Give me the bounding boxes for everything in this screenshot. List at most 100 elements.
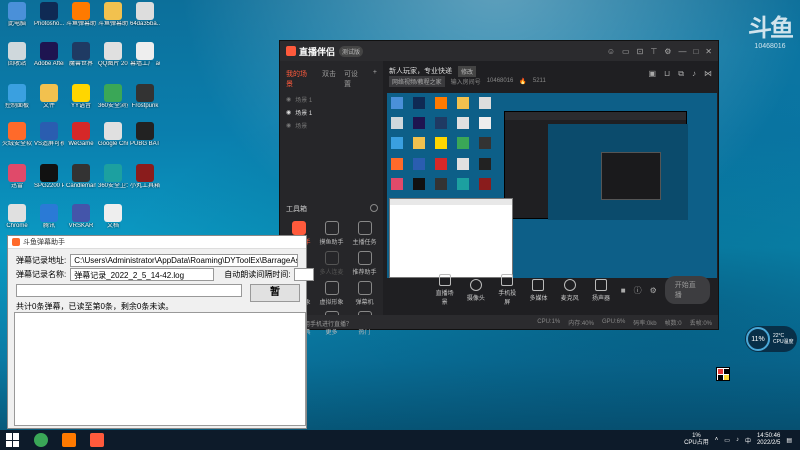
barrage-count-info: 共计0条弹幕，已读至第0条，剩余0条未读。: [16, 302, 174, 311]
desktop-icon[interactable]: 64da35ba...: [130, 2, 160, 28]
stream-category[interactable]: 网络视频/教程之家: [389, 75, 445, 87]
tool-item[interactable]: 推荐助手: [348, 251, 381, 276]
desktop-icon-label: 腾讯: [42, 223, 55, 229]
desktop-icon[interactable]: 迅雷: [2, 164, 32, 190]
desktop-icon[interactable]: 幕墙工厂 autosave_...: [130, 42, 160, 68]
scene-item-active[interactable]: ◉ 场景 1: [280, 106, 383, 119]
tool-item[interactable]: 多人连麦: [315, 251, 348, 276]
desktop-icon[interactable]: YY语音: [66, 84, 96, 110]
tray-clock[interactable]: 14:50:46 2022/2/5: [757, 433, 780, 447]
control-microphone[interactable]: 麦克风: [558, 278, 581, 302]
edit-title-button[interactable]: 修改: [458, 65, 477, 77]
desktop-icon[interactable]: Google Chrome: [98, 122, 128, 148]
desktop-icon[interactable]: 360安全卫士: [98, 164, 128, 190]
desktop-icon[interactable]: PUBG BATTLEGR...: [130, 122, 160, 148]
desktop-icon[interactable]: 回收站: [2, 42, 32, 68]
screen-icon[interactable]: ▣: [648, 69, 656, 79]
tab-my-scenes[interactable]: 我的场景: [286, 69, 314, 89]
tool-item[interactable]: 主播任务: [348, 221, 381, 246]
desktop-icon[interactable]: 控制面板: [2, 84, 32, 110]
name-field[interactable]: 弹幕记录_2022_2_5_14-42.log: [70, 268, 215, 281]
desktop-icon[interactable]: SPG2200 Pro Gami...: [34, 164, 64, 190]
control-phone-cast[interactable]: 手机投屏: [496, 274, 519, 306]
desktop-icon[interactable]: 斗鱼弹幕助手: [66, 2, 96, 28]
desktop-icon[interactable]: 火绒安全软件: [2, 122, 32, 148]
desktop-icon[interactable]: Photosho...: [34, 2, 64, 28]
control-speaker[interactable]: 扬声器: [589, 278, 612, 302]
barrage-log-area[interactable]: [14, 312, 306, 426]
smile-icon[interactable]: ☺: [607, 47, 615, 56]
start-live-button[interactable]: 开始直播: [664, 276, 710, 304]
tray-ime-icon[interactable]: 中: [745, 436, 751, 445]
desktop-icon[interactable]: VS造屏可视通信: [34, 122, 64, 148]
desktop-icon[interactable]: VRSKAR: [66, 204, 96, 230]
tab-double[interactable]: 双击: [322, 69, 336, 89]
pause-button[interactable]: 暂: [250, 284, 300, 302]
close-icon[interactable]: ✕: [705, 47, 712, 56]
eye-icon[interactable]: ◉: [286, 109, 291, 116]
desktop-icon[interactable]: 魔兽世界: [66, 42, 96, 68]
minimize-icon[interactable]: —: [678, 47, 686, 56]
tray-volume-icon[interactable]: ♪: [736, 437, 739, 443]
maximize-icon[interactable]: □: [693, 47, 698, 56]
tool-item[interactable]: 摸鱼助手: [315, 221, 348, 246]
scene-item[interactable]: ◉ 场景: [280, 119, 383, 132]
stream-preview[interactable]: [387, 93, 717, 278]
scene-item[interactable]: ◉ 场景 1: [280, 93, 383, 106]
control-live-scene[interactable]: 直播场景: [433, 274, 456, 306]
tool-item[interactable]: 虚拟形象: [315, 281, 348, 306]
share-icon[interactable]: ⋈: [704, 69, 712, 79]
desktop-icon[interactable]: 文档: [98, 204, 128, 230]
eye-icon[interactable]: ◉: [286, 122, 291, 129]
taskbar-app-barrage-icon[interactable]: [90, 433, 104, 447]
bell-icon[interactable]: ♪: [692, 69, 696, 79]
desktop-icon[interactable]: 文件: [34, 84, 64, 110]
control-camera[interactable]: 摄像头: [464, 278, 487, 302]
add-scene-icon[interactable]: +: [373, 69, 377, 89]
desktop-icon[interactable]: 360安全浏览器: [98, 84, 128, 110]
camera-icon: [469, 278, 482, 291]
taskbar-app-companion-icon[interactable]: [62, 433, 76, 447]
tray-cpu[interactable]: 1% CPU占用: [684, 433, 709, 447]
copy-icon[interactable]: ⧉: [678, 69, 684, 79]
desktop-icon[interactable]: Chrome: [2, 204, 32, 230]
name-row: 弹幕记录名称: 弹幕记录_2022_2_5_14-42.log 自动朗读间隔时间…: [16, 268, 315, 281]
windows-flag-icon[interactable]: [716, 367, 730, 381]
control-media[interactable]: 多媒体: [527, 278, 550, 302]
lock-icon[interactable]: ⊔: [664, 69, 670, 79]
desktop-icon[interactable]: Candleman 烛光历险...: [66, 164, 96, 190]
search-field[interactable]: [16, 284, 242, 297]
desktop-icon[interactable]: 此电脑: [2, 2, 32, 28]
eye-icon[interactable]: ◉: [286, 96, 291, 103]
gift-icon[interactable]: ⊡: [637, 47, 644, 56]
tray-network-icon[interactable]: ▭: [724, 437, 730, 444]
start-button-icon[interactable]: [6, 433, 20, 447]
notification-icon[interactable]: ▤: [786, 437, 792, 444]
preview-barrage-titlebar: [390, 199, 512, 205]
status-item: 内存:40%: [568, 320, 594, 327]
record-icon[interactable]: ■: [621, 286, 626, 295]
tray-chevron-icon[interactable]: ˄: [715, 437, 719, 443]
tool-item[interactable]: 弹幕机: [348, 281, 381, 306]
info-icon[interactable]: ⓘ: [634, 285, 642, 296]
cpu-temp-widget[interactable]: 11% 22°C CPU温度: [745, 326, 797, 352]
desktop-icon[interactable]: QQ图片 20220121...: [98, 42, 128, 68]
desktop-icon[interactable]: Adobe After Effects 2020: [34, 42, 64, 68]
shirt-icon[interactable]: ⊤: [650, 47, 657, 56]
tab-settable[interactable]: 可设置: [344, 69, 365, 89]
source-controls: 直播场景 摄像头 手机投屏 多媒体 麦克风 扬声器 ■ ⓘ ⚙ 开始直播: [383, 265, 718, 315]
taskbar-app-360-icon[interactable]: [34, 433, 48, 447]
settings-icon[interactable]: ⚙: [650, 286, 657, 295]
stream-title[interactable]: 新人玩家，专业快递: [389, 66, 452, 76]
gear-icon[interactable]: ⚙: [664, 47, 671, 56]
path-field[interactable]: C:\Users\Administrator\AppData\Roaming\D…: [70, 254, 299, 267]
desktop-icon[interactable]: 小丸工具箱: [130, 164, 160, 190]
desktop-icon[interactable]: Frostpunk: [130, 84, 160, 110]
auto-read-field[interactable]: [294, 268, 315, 281]
desktop-icon[interactable]: 斗鱼弹幕助手: [98, 2, 128, 28]
chat-icon[interactable]: ▭: [622, 47, 630, 56]
desktop-icon[interactable]: WeGame: [66, 122, 96, 148]
preview-icon: [435, 137, 447, 150]
desktop-icon[interactable]: 腾讯: [34, 204, 64, 230]
toolbox-toggle-icon[interactable]: [370, 204, 378, 212]
